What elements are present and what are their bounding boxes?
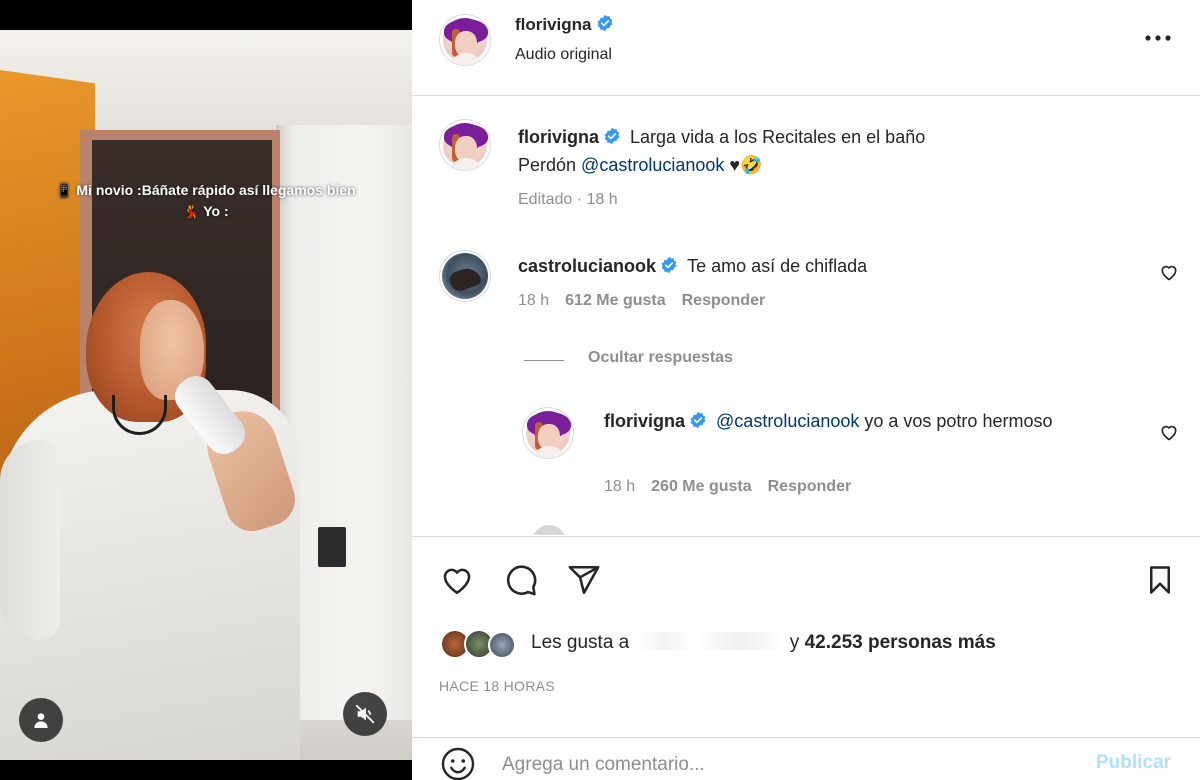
reply-time[interactable]: 18 h [604,478,635,495]
author-avatar[interactable] [439,14,491,66]
post-actions: Les gusta a y 42.253 personas más HACE 1… [412,536,1200,712]
post-time-ago[interactable]: HACE 18 HORAS [439,678,555,694]
likes-conjunction: y [784,632,805,653]
comment-text: Te amo así de chiflada [687,256,868,276]
reply-avatar[interactable] [522,407,574,459]
heart-icon [443,568,471,595]
caption-username[interactable]: florivigna [518,127,599,147]
caption-text-prefix: Perdón [518,155,582,175]
likes-summary[interactable]: Les gusta a y 42.253 personas más [531,632,996,654]
hide-replies-label[interactable]: Ocultar respuestas [588,349,733,367]
next-comment-avatar [532,525,566,535]
verified-badge-icon [690,411,706,429]
likes-count[interactable]: 42.253 personas más [805,632,996,653]
comment-like-heart-icon[interactable] [1159,262,1179,282]
comments-list[interactable]: florivigna Larga vida a los Recitales en… [412,97,1200,535]
share-button[interactable] [566,562,602,598]
video-subject [0,0,412,770]
audio-label[interactable]: Audio original [515,46,612,64]
tagged-users-button[interactable] [19,698,63,742]
likes-prefix: Les gusta a [531,632,635,653]
save-button[interactable] [1142,562,1178,598]
liker-avatar [488,631,516,659]
caption-text-suffix: ♥🤣 [724,155,763,175]
emoji-button[interactable] [440,746,476,780]
comment-bubble-icon [506,565,537,596]
overlay-line-1: Mi novio :Báñate rápido así llegamos bie… [76,182,356,198]
more-horizontal-icon [1145,35,1171,41]
comment-likes-count[interactable]: 612 Me gusta [565,292,665,309]
reply-username[interactable]: florivigna [604,411,685,431]
mute-button[interactable] [343,692,387,736]
video-overlay-text: 📱 Mi novio :Báñate rápido así llegamos b… [56,182,356,219]
comment-composer: Publicar [412,737,1200,780]
reply-likes-count[interactable]: 260 Me gusta [651,478,751,495]
commenter-username[interactable]: castrolucianook [518,256,656,276]
reply-like-heart-icon[interactable] [1159,422,1179,442]
caption-text-line1: Larga vida a los Recitales en el baño [630,127,926,147]
verified-badge-icon [597,14,612,32]
author-username[interactable]: florivigna [515,15,592,34]
like-button[interactable] [439,562,475,598]
post-view: 📱 Mi novio :Báñate rápido así llegamos b… [0,0,1200,780]
user-icon [34,713,48,728]
post-details-panel: florivigna Audio original florivigna Lar… [412,0,1200,780]
redacted-username [634,632,785,650]
reply-reply-button[interactable]: Responder [768,478,852,495]
comment-reply-button[interactable]: Responder [682,292,766,309]
reply-text: yo a vos potro hermoso [859,411,1053,431]
post-header: florivigna Audio original [412,0,1200,96]
verified-badge-icon [661,256,677,274]
liker-avatars[interactable] [440,629,530,661]
video-player[interactable]: 📱 Mi novio :Báñate rápido así llegamos b… [0,0,412,780]
overlay-line-2: Yo : [203,203,229,219]
caption-mention-link[interactable]: @castrolucianook [581,155,724,175]
more-options-button[interactable] [1140,26,1176,50]
publish-button[interactable]: Publicar [1096,752,1171,774]
reply-mention-link[interactable]: @castrolucianook [716,411,859,431]
caption-meta: Editado · 18 h [518,191,618,208]
speaker-muted-icon [355,704,375,724]
verified-badge-icon [604,127,620,145]
emoji-smiley-icon [441,747,475,780]
caption-avatar[interactable] [439,119,491,171]
paper-plane-icon [568,565,600,595]
comment-time[interactable]: 18 h [518,292,549,309]
comment-button[interactable] [503,562,539,598]
commenter-avatar[interactable] [439,250,491,302]
comment-input[interactable] [502,750,1062,780]
bookmark-icon [1150,566,1170,594]
hide-replies-toggle[interactable]: Ocultar respuestas [412,347,1200,375]
